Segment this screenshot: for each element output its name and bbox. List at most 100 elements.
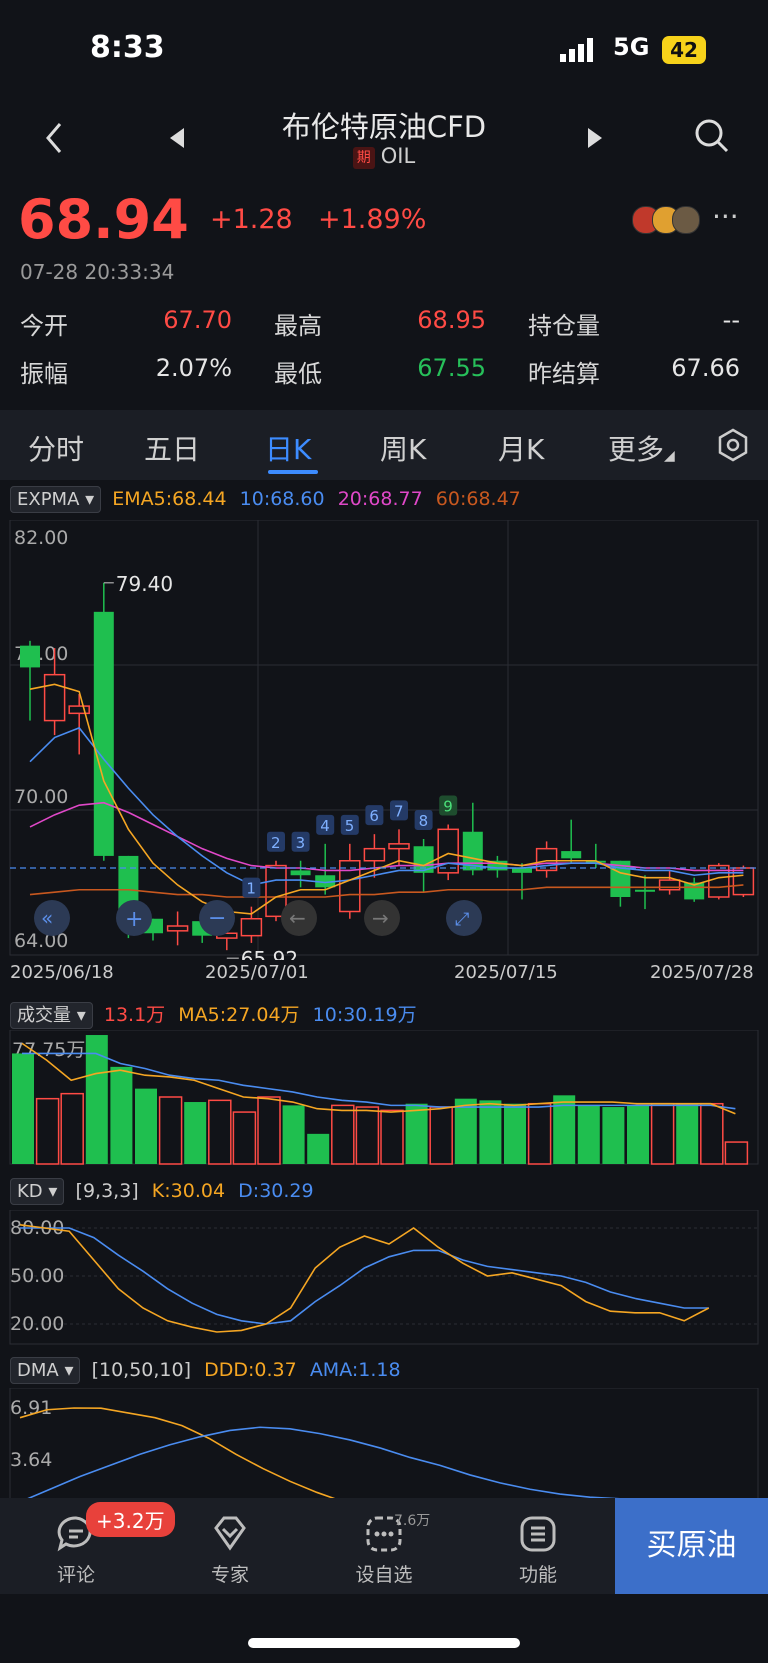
dma-name: DMA [17,1360,59,1381]
candle [43,673,66,722]
volume-bar [577,1105,600,1164]
kd-selector[interactable]: KD ▾ [10,1178,65,1205]
main-indicator-legend: EXPMA ▾ EMA5:68.44 10:68.60 20:68.77 60:… [10,486,521,513]
volume-bar [527,1102,552,1165]
volume-bar [110,1066,133,1164]
code-label: OIL [380,144,416,168]
nine-count-label: 6 [369,807,379,825]
futures-tag: 期 [352,147,375,169]
candle [166,925,189,932]
y-tick-label: 82.00 [14,527,68,549]
kd-k-value: K:30.04 [151,1180,226,1202]
comment-count-badge: +3.2万 [86,1502,175,1537]
candle [20,645,40,668]
watchlist-label[interactable]: 设自选 [334,1560,434,1587]
settings-icon[interactable] [716,428,750,462]
volume-name: 成交量 [17,1005,71,1026]
volume-bar [135,1088,157,1164]
dma-selector[interactable]: DMA ▾ [10,1357,81,1384]
kd-k-line [19,1224,710,1333]
quote-timestamp: 07-28 20:33:34 [20,260,175,284]
stat-label-settle: 昨结算 [528,360,600,388]
nine-count-label: 2 [271,834,281,852]
volume-ma10: 10:30.19万 [312,1004,417,1026]
candlestick-chart[interactable]: 82.00 76.00 70.00 64.00 12 34 56 789 79.40 … [0,520,768,960]
nine-count-label: 5 [345,817,355,835]
function-icon[interactable] [518,1514,558,1554]
expert-icon[interactable] [210,1514,250,1554]
candle [363,847,386,862]
status-bar: 8:33 5G 42 [0,0,768,100]
candle [561,851,582,859]
tab-weekly-k[interactable]: 周K [380,428,426,468]
volume-bar [232,1111,257,1165]
x-date-label: 2025/07/28 [650,962,754,983]
volume-legend: 成交量 ▾ 13.1万 MA5:27.04万 10:30.19万 [10,1000,417,1029]
tab-intraday[interactable]: 分时 [28,428,84,468]
volume-bar [504,1103,526,1164]
volume-chart: 77.75万 [9,1030,759,1165]
candle [535,847,558,872]
chevron-down-icon: ◢ [664,448,675,464]
volume-bar [158,1096,183,1165]
high-price-label: 79.40 [116,572,173,596]
indicator-selector[interactable]: EXPMA ▾ [10,486,102,513]
kd-params: [9,3,3] [75,1180,139,1202]
status-time: 8:33 [90,30,165,65]
expert-label[interactable]: 专家 [180,1560,280,1587]
x-date-label: 2025/07/01 [205,962,309,983]
comment-label[interactable]: 评论 [26,1560,126,1587]
ema20-label: 20:68.77 [337,488,423,510]
volume-bar [60,1092,84,1165]
nine-count-label: 4 [320,817,330,835]
volume-bar [429,1106,453,1165]
nine-count-label: 8 [419,812,429,830]
volume-selector[interactable]: 成交量 ▾ [10,1002,93,1029]
volume-bar [627,1105,649,1164]
low-price-label: 65.92 [241,947,298,960]
network-label: 5G [613,33,650,61]
more-icon[interactable]: ··· [712,200,739,233]
volume-bar [700,1102,724,1165]
candle [388,843,410,850]
volume-bar [208,1099,232,1165]
last-price: 68.94 [18,188,189,251]
ema5-label: EMA5:68.44 [112,488,227,510]
minus-icon: − [208,906,226,931]
ema60-label: 60:68.47 [435,488,521,510]
buy-button[interactable]: 买原油 [615,1498,768,1594]
volume-bar [282,1105,305,1164]
x-date-label: 2025/06/18 [10,962,114,983]
candle [265,864,287,918]
volume-bar [676,1103,699,1164]
tab-five-day[interactable]: 五日 [144,428,200,468]
home-indicator[interactable] [248,1638,520,1648]
volume-bar [454,1098,477,1164]
signal-icon [560,38,593,62]
volume-bar [355,1106,380,1165]
nine-count-label: 3 [296,834,306,852]
volume-bar [307,1133,330,1164]
kd-legend: KD ▾ [9,3,3] K:30.04 D:30.29 [10,1178,314,1205]
kd-d-value: D:30.29 [238,1180,314,1202]
stat-label-amplitude: 振幅 [20,360,68,388]
plus-icon: + [125,907,143,932]
tab-monthly-k[interactable]: 月K [498,428,544,468]
stat-value-high: 68.95 [417,306,486,334]
instrument-code: 期 OIL [0,144,768,169]
candle [68,705,90,715]
dma-ddd-line [19,1407,453,1498]
indicator-name: EXPMA [17,489,80,510]
dma-chart: 6.91 3.64 [9,1388,759,1498]
nine-count-label: 7 [394,802,404,820]
ema10-label: 10:68.60 [239,488,325,510]
stat-value-oi: -- [722,306,740,334]
nine-count-label: 1 [246,880,256,898]
function-label[interactable]: 功能 [488,1560,588,1587]
volume-bar [380,1109,404,1165]
tab-more[interactable]: 更多 [608,428,664,468]
dma-ama-line [27,1426,620,1498]
kd-chart: 80.00 50.00 20.00 [9,1210,759,1345]
tab-daily-k[interactable]: 日K [265,428,311,468]
volume-bar [602,1107,625,1164]
